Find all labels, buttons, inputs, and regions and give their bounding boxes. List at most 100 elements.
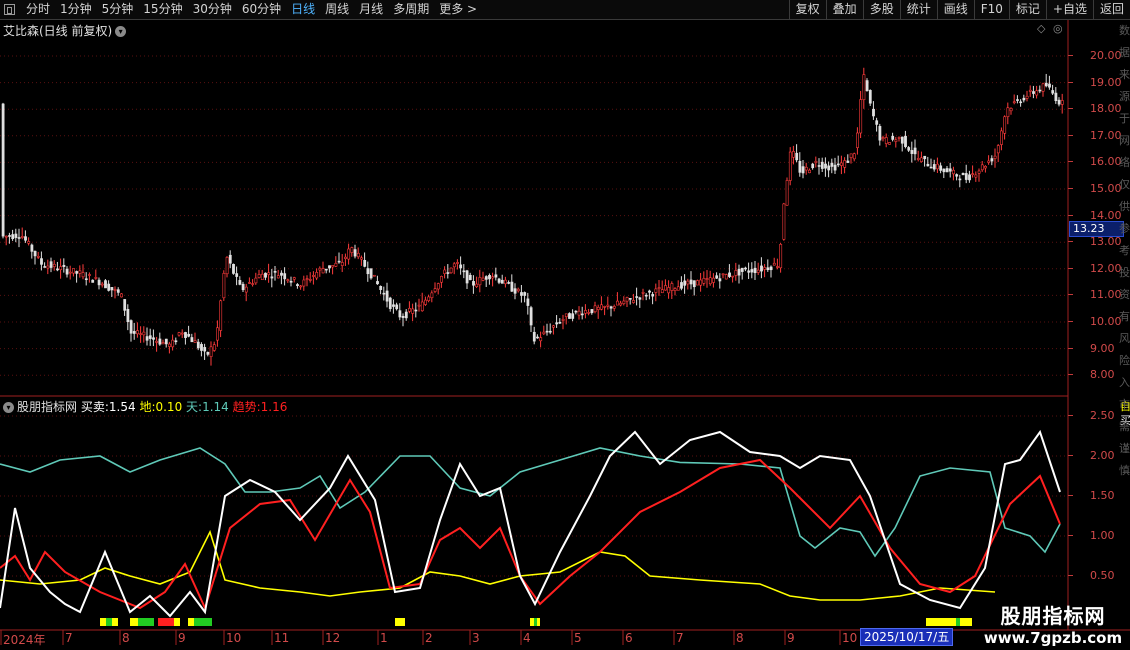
candle-body — [580, 313, 584, 316]
candle-body — [388, 297, 392, 309]
candle-body — [625, 297, 629, 302]
time-axis-label: 2 — [425, 631, 433, 645]
price-tick-label: 18.00 — [1068, 102, 1122, 116]
time-axis-label: 10 — [226, 631, 242, 645]
candle-body — [817, 165, 821, 167]
candle-body — [308, 279, 312, 281]
candle-body — [529, 307, 533, 326]
candle-body — [36, 256, 40, 258]
signal-bar — [200, 618, 212, 626]
candle-body — [33, 250, 37, 257]
indicator-tick-label: 2.00 — [1068, 449, 1115, 462]
candle-body — [574, 310, 578, 313]
candle-body — [881, 137, 885, 140]
candle-body — [449, 267, 453, 274]
candle-body — [360, 257, 363, 260]
candle-body — [1028, 89, 1032, 92]
time-axis-label: 1 — [380, 631, 388, 645]
candle-body — [622, 300, 626, 304]
time-axis-label: 3 — [472, 631, 480, 645]
candle-body — [84, 278, 88, 281]
candle-body — [542, 331, 546, 335]
candle-body — [20, 236, 24, 238]
candle-body — [1006, 107, 1010, 117]
candle-body — [139, 333, 143, 335]
candle-body — [724, 274, 728, 280]
candle-body — [68, 271, 72, 274]
cursor-date: 2025/10/17/五 — [860, 628, 954, 646]
candle-body — [750, 269, 754, 273]
candle-body — [875, 120, 879, 125]
price-tick-label: 10.00 — [1068, 315, 1122, 328]
candle-body — [264, 272, 267, 278]
signal-bar — [146, 618, 154, 626]
candle-body — [952, 169, 955, 175]
candle-body — [296, 284, 299, 286]
candle-body — [382, 292, 386, 295]
candle-body — [59, 266, 63, 270]
candle-body — [568, 313, 571, 319]
candle-body — [526, 298, 530, 306]
candle-body — [702, 278, 706, 284]
candle-body — [401, 315, 405, 318]
candle-body — [222, 273, 226, 299]
candle-body — [779, 244, 783, 269]
candle-body — [728, 272, 731, 277]
candle-body — [504, 279, 507, 285]
price-tick-label: 19.00 — [1068, 75, 1122, 89]
indicator-tick-label: 0.50 — [1068, 569, 1115, 582]
candle-body — [584, 310, 587, 314]
candle-body — [46, 265, 50, 269]
candle-body — [270, 276, 274, 279]
candle-body — [459, 264, 463, 269]
candle-body — [676, 286, 680, 291]
candle-body — [840, 162, 843, 166]
candle-body — [1016, 99, 1019, 101]
strip-char: 源 — [1119, 90, 1130, 103]
candle-body — [100, 283, 104, 286]
candle-body — [196, 341, 200, 349]
candle-body — [718, 278, 722, 282]
candle-body — [865, 80, 869, 92]
candle-body — [158, 338, 162, 345]
candle-body — [424, 299, 427, 305]
candle-body — [171, 339, 175, 348]
candle-body — [942, 168, 946, 173]
candle-body — [276, 275, 280, 279]
candle-body — [974, 174, 978, 178]
chart-canvas[interactable] — [0, 0, 1130, 650]
candle-body — [862, 74, 866, 101]
candle-body — [596, 306, 600, 310]
candle-body — [523, 292, 527, 296]
candle-body — [206, 352, 210, 355]
candle-body — [1022, 97, 1026, 101]
candle-body — [692, 280, 696, 288]
candle-body — [552, 325, 555, 328]
candle-body — [932, 164, 936, 170]
indicator-lines — [0, 429, 1061, 618]
candle-body — [846, 160, 850, 163]
candle-body — [398, 310, 402, 318]
candle-body — [686, 280, 690, 285]
candle-body — [228, 254, 232, 264]
candle-body — [510, 281, 514, 292]
candle-body — [331, 265, 335, 268]
strip-char: 险 — [1119, 354, 1130, 367]
candle-body — [292, 277, 296, 280]
candle-body — [884, 137, 888, 144]
candle-body — [699, 279, 703, 286]
candle-body — [744, 267, 747, 270]
candle-body — [113, 289, 117, 291]
candle-body — [600, 304, 603, 310]
time-axis-label: 7 — [65, 631, 73, 645]
candle-body — [606, 304, 610, 307]
candle-body — [148, 335, 152, 339]
candle-body — [52, 263, 56, 267]
candle-body — [174, 340, 178, 343]
candle-body — [267, 272, 271, 275]
candle-body — [795, 152, 799, 161]
candle-body — [555, 322, 559, 325]
strip-char: 参 — [1119, 222, 1130, 235]
candle-body — [241, 283, 245, 291]
candle-body — [836, 163, 840, 166]
